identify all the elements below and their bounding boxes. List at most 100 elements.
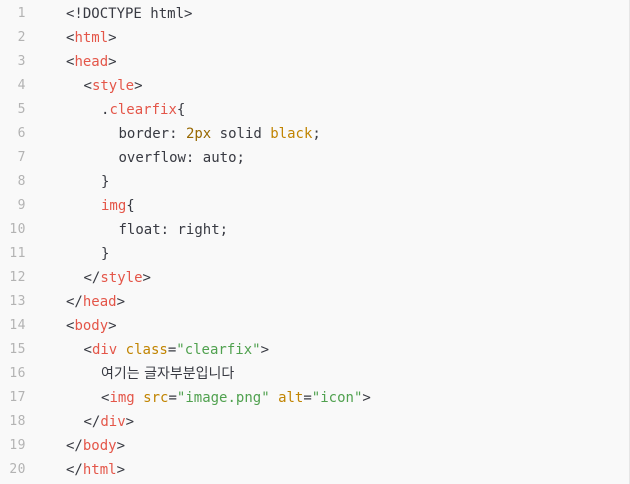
code-line: 5 .clearfix{ — [0, 98, 628, 122]
code-token-plain: </ — [83, 270, 101, 286]
line-code: img{ — [101, 194, 135, 218]
code-token-tag: body — [74, 318, 109, 334]
code-line: 12 </style> — [0, 266, 628, 290]
code-line: 11} — [0, 242, 628, 266]
code-token-plain: = — [167, 342, 177, 358]
line-number: 18 — [9, 414, 26, 429]
line-code: <head> — [66, 50, 117, 74]
code-editor[interactable]: 1 <!DOCTYPE html> 2 <html> 3 <head> 4 <style> 5.… — [0, 0, 630, 484]
code-line: 15 <div class="clearfix"> — [0, 338, 628, 362]
line-number: 20 — [9, 462, 26, 477]
line-number: 4 — [17, 78, 26, 93]
line-number: 1 — [17, 6, 26, 21]
line-number: 5 — [17, 102, 26, 117]
code-token-plain: < — [83, 78, 92, 94]
code-line: 8} — [0, 170, 628, 194]
line-code: <!DOCTYPE html> — [66, 2, 192, 26]
code-token-tag: img — [101, 198, 127, 214]
line-number: 14 — [9, 318, 26, 333]
code-line: 17 <img src="image.png" alt="icon"> — [0, 386, 628, 410]
line-code: </head> — [66, 290, 125, 314]
code-token-plain: > — [108, 318, 117, 334]
code-token-plain: border: — [118, 126, 186, 142]
code-token-plain: overflow: auto; — [118, 150, 245, 166]
code-token-plain: float: right; — [118, 222, 229, 238]
code-token-plain: } — [101, 174, 110, 190]
code-token-plain: = — [168, 390, 177, 406]
code-token-attr: black — [270, 126, 313, 142]
line-code: float: right; — [119, 218, 229, 242]
code-line: 3 <head> — [0, 50, 628, 74]
code-line: 19 </body> — [0, 434, 628, 458]
line-number: 11 — [9, 246, 26, 261]
code-line: 10 float: right; — [0, 218, 628, 242]
code-token-plain: </ — [66, 438, 83, 454]
line-code: <body> — [66, 314, 117, 338]
code-token-plain: { — [126, 198, 135, 214]
code-token-attr: alt — [278, 390, 304, 406]
line-code: <img src="image.png" alt="icon"> — [101, 386, 371, 410]
code-line: 6 border: 2px solid black; — [0, 122, 628, 146]
code-token-plain: </ — [66, 294, 83, 310]
code-line: 18 </div> — [0, 410, 628, 434]
line-code: overflow: auto; — [119, 146, 245, 170]
code-token-plain: > — [116, 294, 126, 310]
code-token-tag: style — [91, 78, 135, 94]
code-token-plain: { — [176, 102, 186, 118]
code-token-plain: > — [134, 78, 143, 94]
line-number: 15 — [9, 342, 26, 357]
line-number: 7 — [17, 150, 26, 165]
code-line: 4 <style> — [0, 74, 628, 98]
line-number: 16 — [9, 366, 26, 381]
code-token-plain: = — [303, 390, 312, 406]
line-code: </style> — [84, 266, 151, 290]
code-token-tag: style — [100, 270, 143, 286]
code-token-tag: html — [82, 462, 117, 478]
code-line: 1 <!DOCTYPE html> — [0, 2, 628, 26]
code-token-plain: solid — [211, 126, 271, 142]
line-number: 12 — [9, 270, 26, 285]
code-line: 7 overflow: auto; — [0, 146, 628, 170]
code-token-num: 2px — [185, 126, 212, 142]
code-token-str: "image.png" — [176, 390, 270, 406]
line-code: <style> — [84, 74, 143, 98]
line-code: border: 2px solid black; — [119, 122, 321, 146]
code-token-plain: > — [362, 390, 371, 406]
line-code: </body> — [66, 434, 125, 458]
line-number: 6 — [17, 126, 26, 141]
line-number: 19 — [9, 438, 26, 453]
code-token-plain: < — [83, 342, 92, 358]
line-number: 2 — [17, 30, 26, 45]
code-token-plain: ; — [312, 126, 321, 142]
code-token-tag: clearfix — [109, 102, 177, 118]
code-line: 9 img{ — [0, 194, 628, 218]
code-token-plain: > — [125, 414, 135, 430]
line-code: .clearfix{ — [101, 98, 185, 122]
code-token-tag: div — [91, 342, 118, 358]
code-token-plain: > — [108, 54, 117, 70]
code-token-plain: > — [108, 30, 117, 46]
code-token-plain: > — [260, 342, 269, 358]
line-number: 9 — [17, 198, 26, 213]
code-token-plain: > — [142, 270, 151, 286]
code-token-tag: div — [100, 414, 126, 430]
code-token-plain: > — [116, 438, 126, 454]
code-line: 20 </html> — [0, 458, 628, 482]
code-token-attr: src — [143, 390, 169, 406]
line-code: <html> — [66, 26, 117, 50]
code-token-tag: html — [74, 30, 109, 46]
code-token-plain: > — [116, 462, 126, 478]
code-line: 2 <html> — [0, 26, 628, 50]
line-code: </div> — [84, 410, 135, 434]
line-code: } — [101, 242, 109, 266]
code-token-tag: img — [109, 390, 135, 406]
line-number: 3 — [17, 54, 26, 69]
line-code: } — [101, 170, 109, 194]
code-token-plain: <!DOCTYPE html> — [66, 6, 193, 22]
code-token-str: "clearfix" — [176, 342, 261, 358]
code-token-plain: } — [101, 246, 110, 262]
code-token-tag: head — [82, 294, 117, 310]
line-number: 10 — [9, 222, 26, 237]
